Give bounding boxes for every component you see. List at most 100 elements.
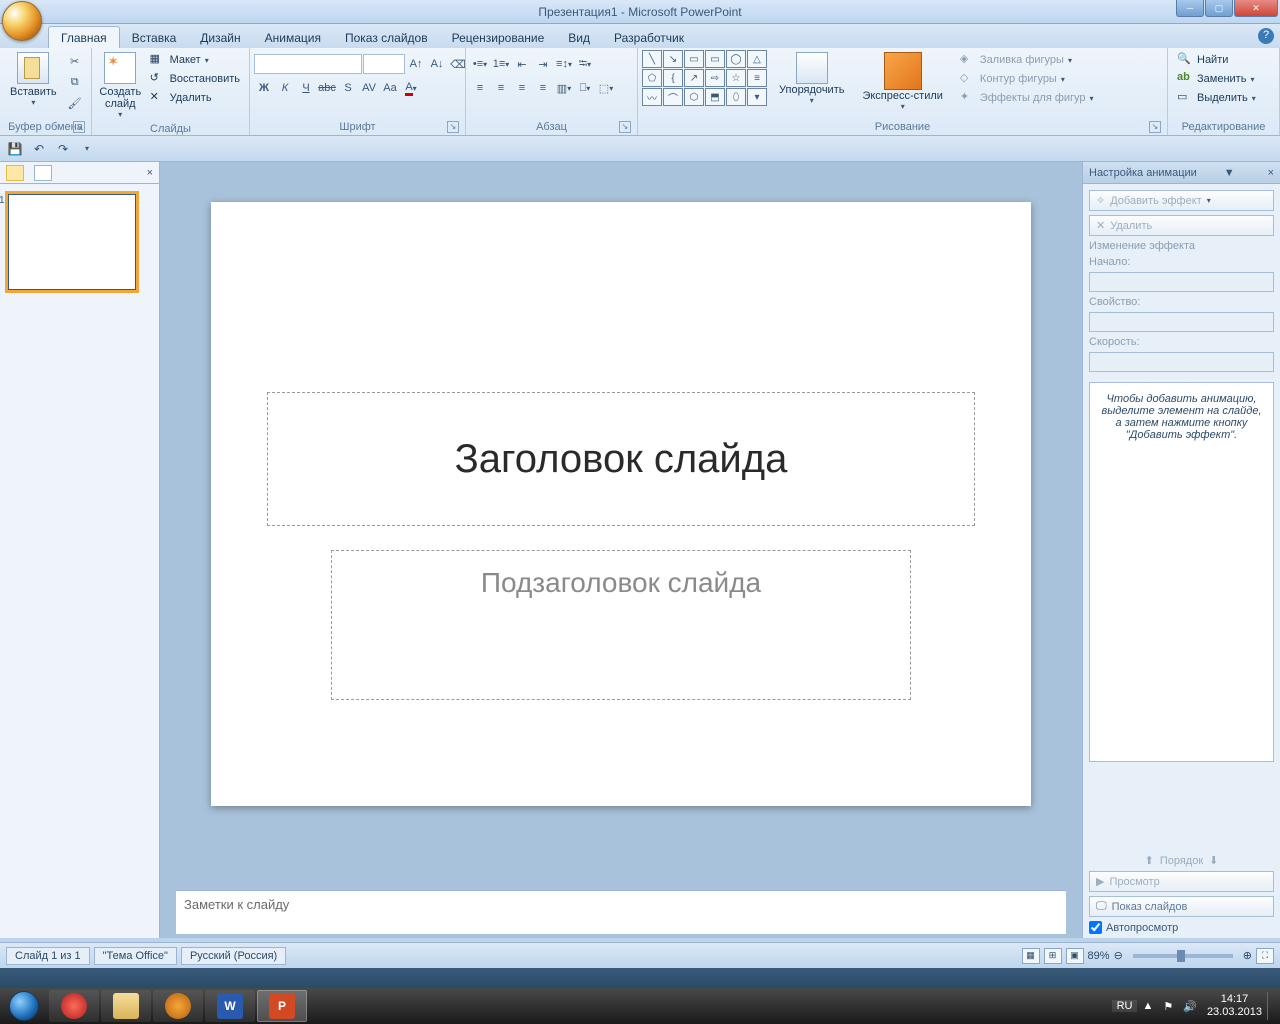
slide[interactable]: Заголовок слайда Подзаголовок слайда	[211, 202, 1031, 806]
decrease-indent-button[interactable]: ⇤	[512, 54, 532, 74]
columns-button[interactable]: ▥	[554, 78, 574, 98]
taskbar-word[interactable]: W	[205, 990, 255, 1022]
slide-thumbnail-1[interactable]: 1	[8, 194, 136, 290]
help-button[interactable]: ?	[1258, 28, 1274, 44]
font-color-button[interactable]: A	[401, 78, 421, 98]
title-placeholder[interactable]: Заголовок слайда	[267, 392, 975, 526]
move-up-button[interactable]: ⬆	[1145, 854, 1154, 867]
tab-view[interactable]: Вид	[556, 27, 602, 48]
text-direction-button[interactable]: ⭾	[575, 54, 595, 74]
notes-pane[interactable]: Заметки к слайду	[176, 890, 1066, 934]
layout-button[interactable]: ▦Макет	[147, 51, 243, 69]
taskbar-opera[interactable]	[49, 990, 99, 1022]
align-right-button[interactable]: ≡	[512, 78, 532, 98]
clear-format-button[interactable]: ⌫	[448, 54, 468, 74]
start-combo[interactable]	[1089, 272, 1274, 292]
start-button[interactable]	[0, 988, 48, 1024]
property-combo[interactable]	[1089, 312, 1274, 332]
minimize-button[interactable]: ─	[1176, 0, 1204, 17]
cut-button[interactable]: ✂	[65, 51, 85, 71]
office-button[interactable]	[2, 1, 44, 41]
char-spacing-button[interactable]: AV	[359, 78, 379, 98]
qat-redo-button[interactable]: ↷	[54, 140, 72, 158]
bold-button[interactable]: Ж	[254, 78, 274, 98]
smartart-button[interactable]: ⬚	[596, 78, 616, 98]
tray-language[interactable]: RU	[1112, 1000, 1138, 1012]
qat-undo-button[interactable]: ↶	[30, 140, 48, 158]
preview-button[interactable]: ▶Просмотр	[1089, 871, 1274, 892]
numbering-button[interactable]: 1≡	[491, 54, 511, 74]
zoom-in-button[interactable]: ⊕	[1243, 949, 1252, 962]
arrange-button[interactable]: Упорядочить	[773, 50, 850, 107]
grow-font-button[interactable]: A↑	[406, 54, 426, 74]
qat-customize-button[interactable]	[78, 140, 96, 158]
taskbar-media[interactable]	[153, 990, 203, 1022]
shape-effects-button[interactable]: ✦Эффекты для фигур	[957, 89, 1097, 107]
align-text-button[interactable]: ⎕	[575, 78, 595, 98]
outline-tab[interactable]	[34, 165, 52, 181]
replace-button[interactable]: abЗаменить	[1174, 70, 1259, 88]
normal-view-button[interactable]: ▦	[1022, 948, 1040, 964]
tray-flag-icon[interactable]: ⚑	[1158, 1000, 1178, 1013]
add-effect-button[interactable]: ✧Добавить эффект	[1089, 190, 1274, 211]
close-button[interactable]: ✕	[1234, 0, 1278, 17]
remove-effect-button[interactable]: ✕Удалить	[1089, 215, 1274, 236]
tray-show-hidden[interactable]: ▲	[1137, 1000, 1158, 1012]
increase-indent-button[interactable]: ⇥	[533, 54, 553, 74]
autopreview-checkbox[interactable]: Автопросмотр	[1089, 921, 1274, 934]
copy-button[interactable]: ⧉	[65, 72, 85, 92]
bullets-button[interactable]: •≡	[470, 54, 490, 74]
drawing-dialog-launcher[interactable]: ↘	[1149, 121, 1161, 133]
tab-animation[interactable]: Анимация	[253, 27, 333, 48]
move-down-button[interactable]: ⬇	[1209, 854, 1218, 867]
tab-home[interactable]: Главная	[48, 26, 120, 48]
tab-slideshow[interactable]: Показ слайдов	[333, 27, 440, 48]
maximize-button[interactable]: ▢	[1205, 0, 1233, 17]
shrink-font-button[interactable]: A↓	[427, 54, 447, 74]
underline-button[interactable]: Ч	[296, 78, 316, 98]
quick-styles-button[interactable]: Экспресс-стили	[856, 50, 948, 113]
font-dialog-launcher[interactable]: ↘	[447, 121, 459, 133]
status-language[interactable]: Русский (Россия)	[181, 947, 286, 965]
clipboard-dialog-launcher[interactable]: ↘	[73, 121, 85, 133]
tray-clock[interactable]: 14:1723.03.2013	[1202, 993, 1267, 1019]
italic-button[interactable]: К	[275, 78, 295, 98]
font-size-combo[interactable]	[363, 54, 405, 74]
qat-save-button[interactable]: 💾	[6, 140, 24, 158]
pane-menu-button[interactable]: ▼	[1224, 167, 1235, 179]
select-button[interactable]: ▭Выделить	[1174, 89, 1259, 107]
slides-tab[interactable]	[6, 165, 24, 181]
paragraph-dialog-launcher[interactable]: ↘	[619, 121, 631, 133]
panel-close-button[interactable]: ×	[147, 167, 153, 179]
strike-button[interactable]: abc	[317, 78, 337, 98]
tab-review[interactable]: Рецензирование	[440, 27, 557, 48]
tab-developer[interactable]: Разработчик	[602, 27, 696, 48]
tray-volume-icon[interactable]: 🔊	[1178, 1000, 1202, 1013]
find-button[interactable]: 🔍Найти	[1174, 51, 1259, 69]
zoom-slider[interactable]	[1133, 954, 1233, 958]
speed-combo[interactable]	[1089, 352, 1274, 372]
new-slide-button[interactable]: Создать слайд	[96, 50, 145, 121]
change-case-button[interactable]: Aa	[380, 78, 400, 98]
shapes-gallery[interactable]: ╲↘▭▭◯△ ⬠{↗⇨☆≡ 〰⌒⬡⬒⬯▾	[642, 50, 767, 106]
tab-insert[interactable]: Вставка	[120, 27, 189, 48]
subtitle-placeholder[interactable]: Подзаголовок слайда	[331, 550, 911, 700]
fit-window-button[interactable]: ⛶	[1256, 948, 1274, 964]
slideshow-view-button[interactable]: ▣	[1066, 948, 1084, 964]
tab-design[interactable]: Дизайн	[188, 27, 252, 48]
pane-close-button[interactable]: ×	[1268, 167, 1274, 179]
taskbar-powerpoint[interactable]: P	[257, 990, 307, 1022]
reset-button[interactable]: ↺Восстановить	[147, 70, 243, 88]
shape-fill-button[interactable]: ◈Заливка фигуры	[957, 51, 1097, 69]
shadow-button[interactable]: S	[338, 78, 358, 98]
taskbar-explorer[interactable]	[101, 990, 151, 1022]
delete-slide-button[interactable]: ✕Удалить	[147, 89, 243, 107]
slideshow-button[interactable]: 🖵Показ слайдов	[1089, 896, 1274, 917]
align-left-button[interactable]: ≡	[470, 78, 490, 98]
align-center-button[interactable]: ≡	[491, 78, 511, 98]
format-painter-button[interactable]: 🖌	[65, 93, 85, 113]
shape-outline-button[interactable]: ◇Контур фигуры	[957, 70, 1097, 88]
show-desktop-button[interactable]	[1267, 992, 1278, 1020]
zoom-out-button[interactable]: ⊖	[1114, 949, 1123, 962]
zoom-value[interactable]: 89%	[1088, 950, 1110, 962]
